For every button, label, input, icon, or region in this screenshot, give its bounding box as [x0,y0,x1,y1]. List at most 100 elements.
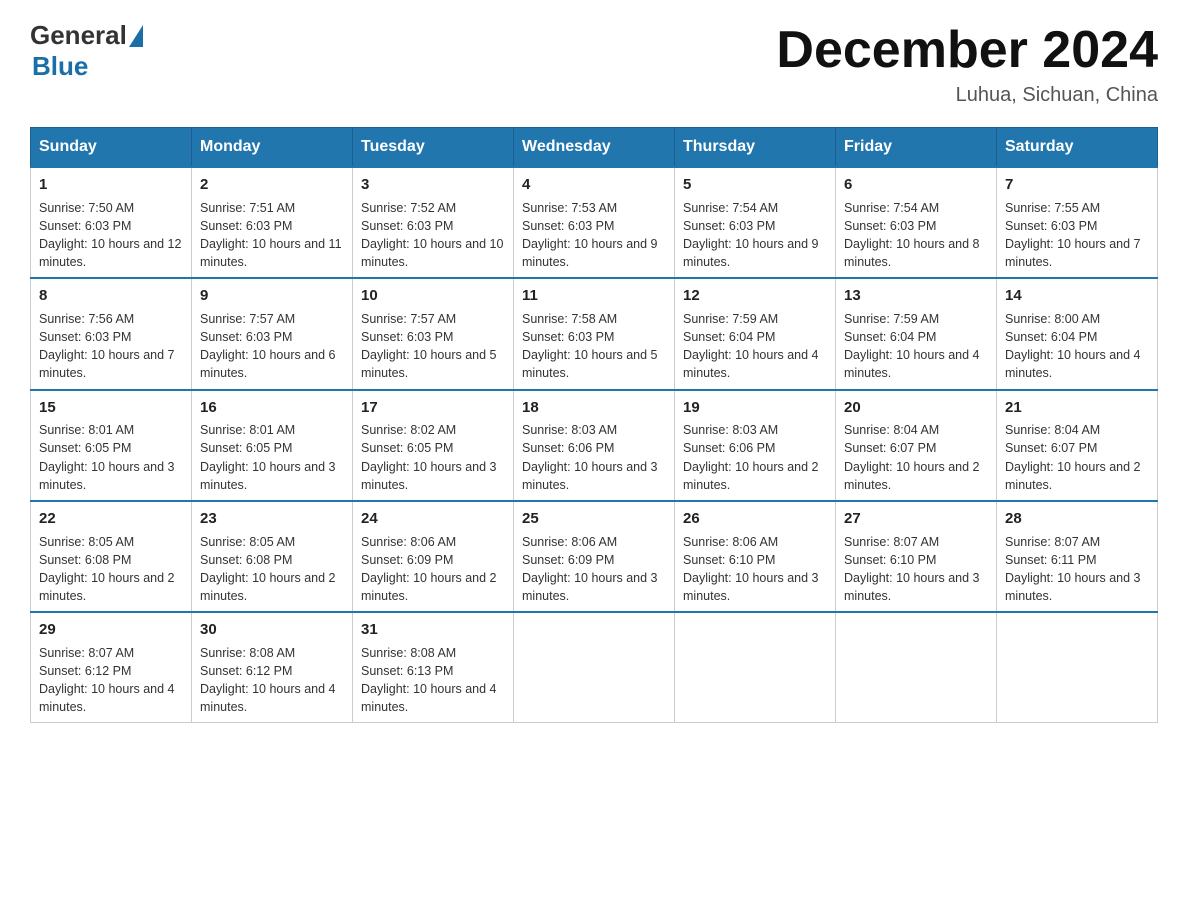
calendar-day-2: 2 Sunrise: 7:51 AM Sunset: 6:03 PM Dayli… [192,167,353,278]
day-info: Sunrise: 8:05 AM Sunset: 6:08 PM Dayligh… [200,533,344,606]
day-number: 21 [1005,397,1149,419]
weekday-header-thursday: Thursday [675,128,836,168]
weekday-header-saturday: Saturday [997,128,1158,168]
day-number: 1 [39,174,183,196]
month-title: December 2024 [776,20,1158,80]
location: Luhua, Sichuan, China [776,84,1158,107]
calendar-day-19: 19 Sunrise: 8:03 AM Sunset: 6:06 PM Dayl… [675,390,836,501]
day-info: Sunrise: 8:07 AM Sunset: 6:12 PM Dayligh… [39,644,183,717]
day-info: Sunrise: 7:56 AM Sunset: 6:03 PM Dayligh… [39,310,183,383]
calendar-day-31: 31 Sunrise: 8:08 AM Sunset: 6:13 PM Dayl… [353,612,514,723]
day-info: Sunrise: 8:03 AM Sunset: 6:06 PM Dayligh… [683,421,827,494]
day-number: 27 [844,508,988,530]
calendar-day-6: 6 Sunrise: 7:54 AM Sunset: 6:03 PM Dayli… [836,167,997,278]
day-number: 9 [200,285,344,307]
calendar-day-27: 27 Sunrise: 8:07 AM Sunset: 6:10 PM Dayl… [836,501,997,612]
empty-cell [514,612,675,723]
empty-cell [675,612,836,723]
calendar-day-7: 7 Sunrise: 7:55 AM Sunset: 6:03 PM Dayli… [997,167,1158,278]
calendar-week-5: 29 Sunrise: 8:07 AM Sunset: 6:12 PM Dayl… [31,612,1158,723]
calendar-day-15: 15 Sunrise: 8:01 AM Sunset: 6:05 PM Dayl… [31,390,192,501]
day-number: 20 [844,397,988,419]
day-number: 5 [683,174,827,196]
day-number: 14 [1005,285,1149,307]
weekday-header-wednesday: Wednesday [514,128,675,168]
day-number: 31 [361,619,505,641]
logo-blue-text: Blue [32,51,88,81]
calendar-day-26: 26 Sunrise: 8:06 AM Sunset: 6:10 PM Dayl… [675,501,836,612]
empty-cell [997,612,1158,723]
day-info: Sunrise: 7:57 AM Sunset: 6:03 PM Dayligh… [361,310,505,383]
day-info: Sunrise: 8:03 AM Sunset: 6:06 PM Dayligh… [522,421,666,494]
calendar-day-5: 5 Sunrise: 7:54 AM Sunset: 6:03 PM Dayli… [675,167,836,278]
title-block: December 2024 Luhua, Sichuan, China [776,20,1158,107]
calendar-week-3: 15 Sunrise: 8:01 AM Sunset: 6:05 PM Dayl… [31,390,1158,501]
day-number: 4 [522,174,666,196]
calendar-week-2: 8 Sunrise: 7:56 AM Sunset: 6:03 PM Dayli… [31,278,1158,389]
day-info: Sunrise: 8:01 AM Sunset: 6:05 PM Dayligh… [39,421,183,494]
calendar-day-23: 23 Sunrise: 8:05 AM Sunset: 6:08 PM Dayl… [192,501,353,612]
calendar-day-30: 30 Sunrise: 8:08 AM Sunset: 6:12 PM Dayl… [192,612,353,723]
day-info: Sunrise: 8:06 AM Sunset: 6:09 PM Dayligh… [361,533,505,606]
day-info: Sunrise: 8:07 AM Sunset: 6:11 PM Dayligh… [1005,533,1149,606]
calendar-day-28: 28 Sunrise: 8:07 AM Sunset: 6:11 PM Dayl… [997,501,1158,612]
day-number: 29 [39,619,183,641]
day-number: 10 [361,285,505,307]
calendar-week-1: 1 Sunrise: 7:50 AM Sunset: 6:03 PM Dayli… [31,167,1158,278]
calendar-day-24: 24 Sunrise: 8:06 AM Sunset: 6:09 PM Dayl… [353,501,514,612]
day-number: 22 [39,508,183,530]
weekday-header-monday: Monday [192,128,353,168]
day-number: 11 [522,285,666,307]
calendar-day-9: 9 Sunrise: 7:57 AM Sunset: 6:03 PM Dayli… [192,278,353,389]
day-info: Sunrise: 8:07 AM Sunset: 6:10 PM Dayligh… [844,533,988,606]
logo: General Blue [30,20,145,82]
page-header: General Blue December 2024 Luhua, Sichua… [30,20,1158,107]
logo-general-text: General [30,20,127,51]
calendar-header-row: SundayMondayTuesdayWednesdayThursdayFrid… [31,128,1158,168]
day-number: 16 [200,397,344,419]
day-info: Sunrise: 7:55 AM Sunset: 6:03 PM Dayligh… [1005,199,1149,272]
weekday-header-friday: Friday [836,128,997,168]
calendar-day-14: 14 Sunrise: 8:00 AM Sunset: 6:04 PM Dayl… [997,278,1158,389]
day-info: Sunrise: 7:53 AM Sunset: 6:03 PM Dayligh… [522,199,666,272]
day-info: Sunrise: 8:05 AM Sunset: 6:08 PM Dayligh… [39,533,183,606]
day-info: Sunrise: 8:01 AM Sunset: 6:05 PM Dayligh… [200,421,344,494]
calendar-day-4: 4 Sunrise: 7:53 AM Sunset: 6:03 PM Dayli… [514,167,675,278]
day-info: Sunrise: 7:57 AM Sunset: 6:03 PM Dayligh… [200,310,344,383]
day-info: Sunrise: 7:58 AM Sunset: 6:03 PM Dayligh… [522,310,666,383]
day-info: Sunrise: 7:51 AM Sunset: 6:03 PM Dayligh… [200,199,344,272]
day-info: Sunrise: 7:54 AM Sunset: 6:03 PM Dayligh… [683,199,827,272]
day-number: 6 [844,174,988,196]
calendar-day-1: 1 Sunrise: 7:50 AM Sunset: 6:03 PM Dayli… [31,167,192,278]
day-number: 24 [361,508,505,530]
day-number: 3 [361,174,505,196]
day-info: Sunrise: 7:54 AM Sunset: 6:03 PM Dayligh… [844,199,988,272]
day-number: 23 [200,508,344,530]
day-number: 17 [361,397,505,419]
calendar-day-11: 11 Sunrise: 7:58 AM Sunset: 6:03 PM Dayl… [514,278,675,389]
day-info: Sunrise: 8:08 AM Sunset: 6:12 PM Dayligh… [200,644,344,717]
day-number: 7 [1005,174,1149,196]
calendar-day-20: 20 Sunrise: 8:04 AM Sunset: 6:07 PM Dayl… [836,390,997,501]
empty-cell [836,612,997,723]
day-number: 2 [200,174,344,196]
day-number: 13 [844,285,988,307]
calendar-day-12: 12 Sunrise: 7:59 AM Sunset: 6:04 PM Dayl… [675,278,836,389]
day-info: Sunrise: 8:06 AM Sunset: 6:10 PM Dayligh… [683,533,827,606]
calendar-day-16: 16 Sunrise: 8:01 AM Sunset: 6:05 PM Dayl… [192,390,353,501]
day-number: 26 [683,508,827,530]
day-info: Sunrise: 7:59 AM Sunset: 6:04 PM Dayligh… [844,310,988,383]
day-info: Sunrise: 7:59 AM Sunset: 6:04 PM Dayligh… [683,310,827,383]
day-info: Sunrise: 8:00 AM Sunset: 6:04 PM Dayligh… [1005,310,1149,383]
day-number: 28 [1005,508,1149,530]
calendar-day-29: 29 Sunrise: 8:07 AM Sunset: 6:12 PM Dayl… [31,612,192,723]
day-number: 25 [522,508,666,530]
calendar-day-8: 8 Sunrise: 7:56 AM Sunset: 6:03 PM Dayli… [31,278,192,389]
day-info: Sunrise: 7:52 AM Sunset: 6:03 PM Dayligh… [361,199,505,272]
logo-triangle-icon [129,25,143,47]
weekday-header-sunday: Sunday [31,128,192,168]
calendar-day-18: 18 Sunrise: 8:03 AM Sunset: 6:06 PM Dayl… [514,390,675,501]
day-number: 8 [39,285,183,307]
day-number: 12 [683,285,827,307]
day-number: 19 [683,397,827,419]
